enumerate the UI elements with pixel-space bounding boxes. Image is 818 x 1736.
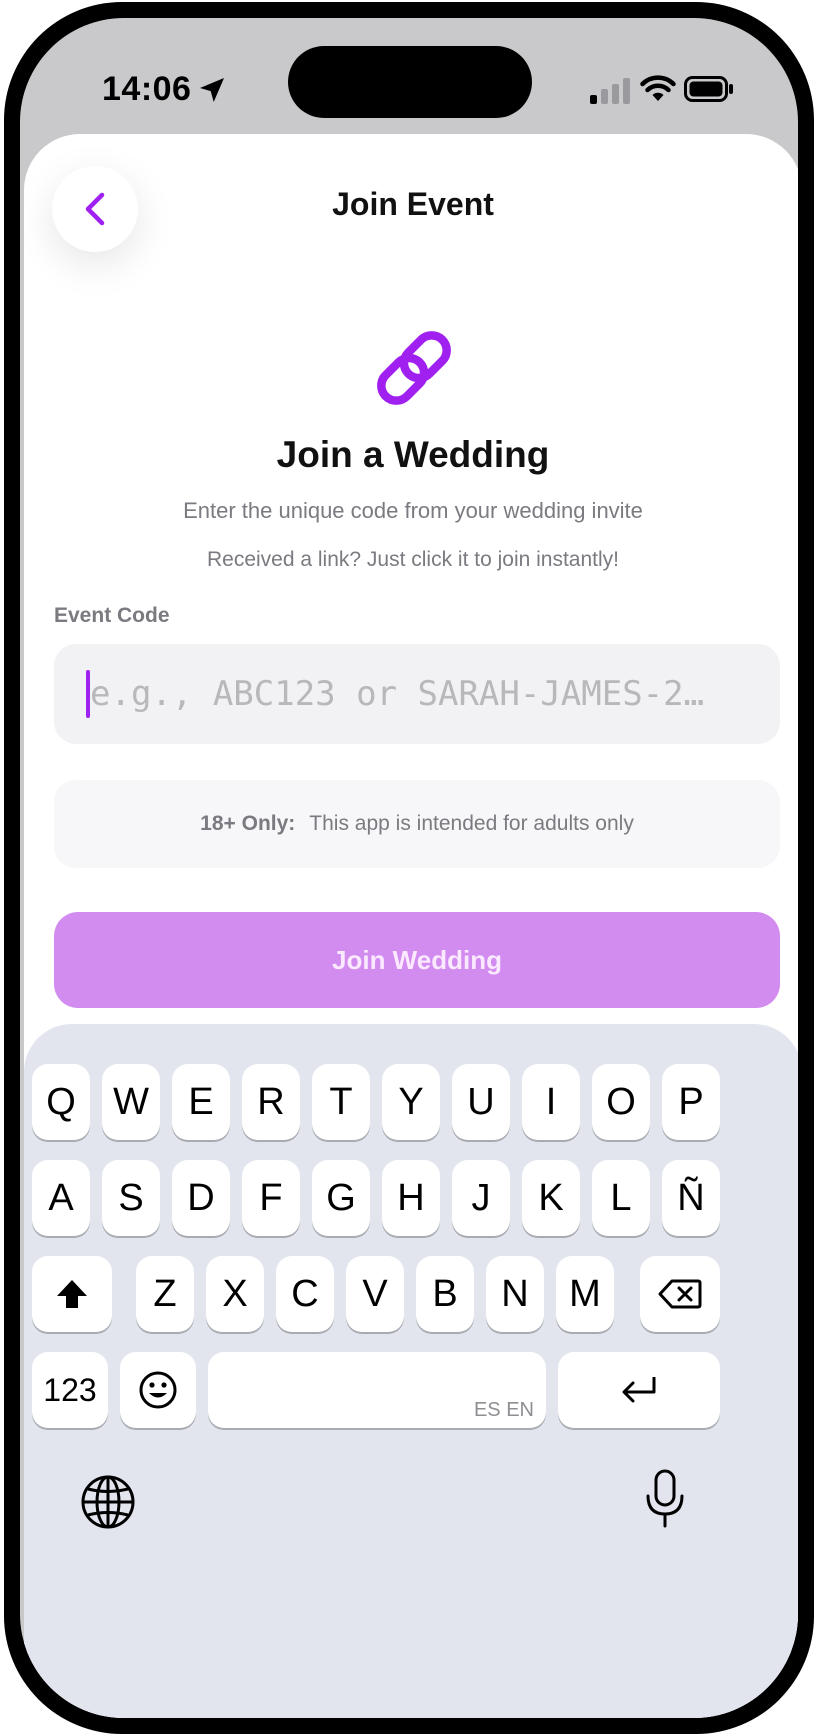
- delete-key[interactable]: [640, 1256, 720, 1332]
- key-b[interactable]: B: [416, 1256, 474, 1332]
- key-h[interactable]: H: [382, 1160, 440, 1236]
- globe-icon[interactable]: [78, 1472, 138, 1532]
- event-code-placeholder: e.g., ABC123 or SARAH-JAMES-2…: [90, 674, 705, 714]
- link-hint-text: Received a link? Just click it to join i…: [206, 548, 619, 571]
- key-y[interactable]: Y: [382, 1064, 440, 1140]
- shift-icon: [57, 1280, 87, 1308]
- key-p[interactable]: P: [662, 1064, 720, 1140]
- age-notice-text: This app is intended for adults only: [309, 812, 634, 835]
- age-notice: 18+ Only: This app is intended for adult…: [54, 780, 780, 868]
- key-k[interactable]: K: [522, 1160, 580, 1236]
- microphone-icon[interactable]: [644, 1468, 686, 1530]
- key-u[interactable]: U: [452, 1064, 510, 1140]
- join-wedding-button[interactable]: Join Wedding: [54, 912, 780, 1008]
- wifi-icon: [640, 75, 676, 101]
- key-r[interactable]: R: [242, 1064, 300, 1140]
- status-bar: 14:06: [20, 18, 798, 138]
- battery-icon: [684, 76, 733, 102]
- status-time: 14:06: [102, 70, 192, 108]
- key-l[interactable]: L: [592, 1160, 650, 1236]
- key-i[interactable]: I: [522, 1064, 580, 1140]
- chevron-left-icon: [85, 192, 105, 226]
- key-n-tilde[interactable]: Ñ: [662, 1160, 720, 1236]
- key-s[interactable]: S: [102, 1160, 160, 1236]
- numbers-key[interactable]: 123: [32, 1352, 108, 1428]
- page-heading: Join a Wedding: [276, 434, 550, 475]
- key-n[interactable]: N: [486, 1256, 544, 1332]
- key-z[interactable]: Z: [136, 1256, 194, 1332]
- emoji-icon: [139, 1371, 177, 1409]
- key-v[interactable]: V: [346, 1256, 404, 1332]
- return-icon: [622, 1377, 656, 1403]
- key-x[interactable]: X: [206, 1256, 264, 1332]
- return-key[interactable]: [558, 1352, 720, 1428]
- shift-key[interactable]: [32, 1256, 112, 1332]
- key-e[interactable]: E: [172, 1064, 230, 1140]
- key-f[interactable]: F: [242, 1160, 300, 1236]
- delete-backspace-icon: [658, 1279, 702, 1309]
- emoji-key[interactable]: [120, 1352, 196, 1428]
- space-key[interactable]: ES EN: [208, 1352, 546, 1428]
- link-icon: [377, 331, 451, 405]
- dynamic-island: [288, 46, 532, 118]
- key-o[interactable]: O: [592, 1064, 650, 1140]
- key-a[interactable]: A: [32, 1160, 90, 1236]
- language-hint: ES EN: [473, 1399, 534, 1421]
- location-arrow-icon: [200, 78, 224, 102]
- instruction-text: Enter the unique code from your wedding …: [183, 498, 643, 523]
- event-code-label: Event Code: [54, 604, 170, 627]
- age-notice-label: 18+ Only:: [200, 812, 296, 835]
- screen: 14:06 Join Event Join a Wedding Enter th…: [20, 18, 798, 1718]
- key-q[interactable]: Q: [32, 1064, 90, 1140]
- key-j[interactable]: J: [452, 1160, 510, 1236]
- back-button[interactable]: [52, 166, 138, 252]
- key-m[interactable]: M: [556, 1256, 614, 1332]
- key-c[interactable]: C: [276, 1256, 334, 1332]
- nav-title: Join Event: [332, 186, 494, 222]
- key-w[interactable]: W: [102, 1064, 160, 1140]
- key-t[interactable]: T: [312, 1064, 370, 1140]
- onscreen-keyboard: Q W E R T Y U I O P A S D F G H J K L Ñ: [24, 1024, 798, 1718]
- key-g[interactable]: G: [312, 1160, 370, 1236]
- event-code-input[interactable]: e.g., ABC123 or SARAH-JAMES-2…: [54, 644, 780, 744]
- cellular-signal-icon: [590, 78, 630, 104]
- key-d[interactable]: D: [172, 1160, 230, 1236]
- phone-frame: 14:06 Join Event Join a Wedding Enter th…: [4, 2, 814, 1734]
